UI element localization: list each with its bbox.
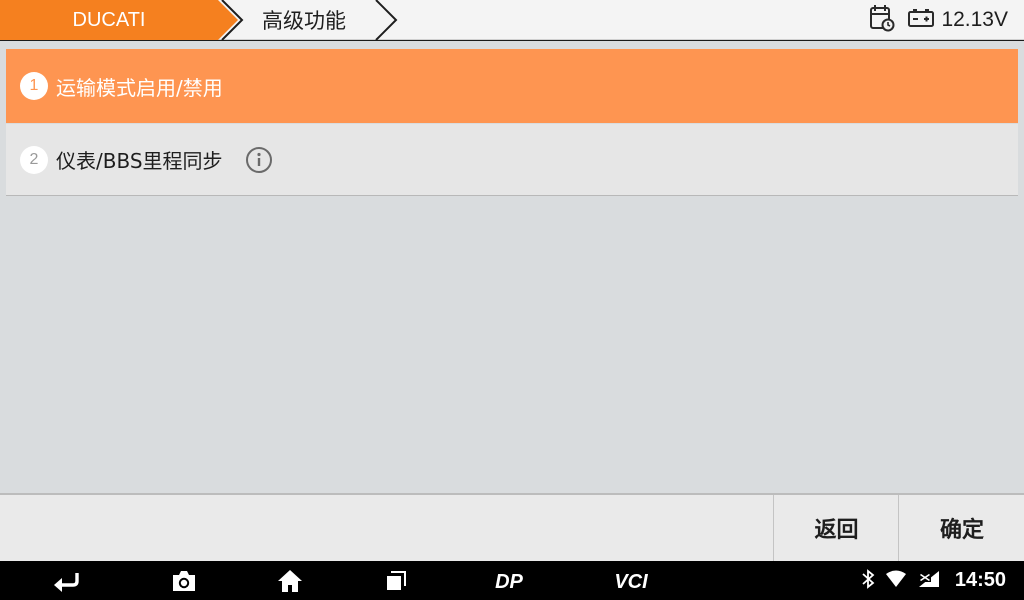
camera-icon[interactable] [168, 561, 200, 600]
system-status: 14:50 [861, 561, 1006, 600]
header-bar: DUCATI 高级功能 12.13V [0, 0, 1024, 40]
wifi-icon [885, 570, 907, 592]
action-bar: 返回 确定 [0, 493, 1024, 561]
vci-label: VCI [614, 571, 648, 592]
function-list: 1 运输模式启用/禁用 2 仪表/BBS里程同步 [6, 45, 1018, 492]
battery-status: 12.13V [907, 7, 1008, 33]
system-clock: 14:50 [954, 569, 1006, 591]
dp-icon[interactable]: DP [486, 561, 532, 600]
action-bar-spacer [0, 495, 774, 561]
info-icon[interactable] [245, 146, 273, 174]
calendar-clock-icon[interactable] [869, 4, 895, 36]
breadcrumb-item-ducati[interactable]: DUCATI [0, 0, 232, 40]
home-icon[interactable] [274, 561, 306, 600]
breadcrumb-item-advanced-functions[interactable]: 高级功能 [236, 0, 386, 40]
list-item-odometer-sync[interactable]: 2 仪表/BBS里程同步 [6, 124, 1018, 196]
recent-apps-icon[interactable] [380, 561, 412, 600]
back-button[interactable]: 返回 [775, 495, 899, 561]
battery-icon [907, 7, 935, 33]
vci-icon[interactable]: VCI [606, 561, 656, 600]
list-item-transport-mode[interactable]: 1 运输模式启用/禁用 [6, 49, 1018, 123]
content-area: 1 运输模式启用/禁用 2 仪表/BBS里程同步 [0, 41, 1024, 493]
dp-label: DP [495, 571, 523, 592]
voltage-reading: 12.13V [941, 8, 1008, 31]
bluetooth-icon [861, 568, 875, 593]
signal-icon [917, 569, 941, 593]
item-number-badge: 2 [20, 145, 48, 174]
system-nav-bar: DP VCI 14:50 [0, 561, 1024, 600]
item-label: 运输模式启用/禁用 [56, 75, 223, 100]
item-label: 仪表/BBS里程同步 [56, 149, 223, 173]
header-status: 12.13V [869, 0, 1008, 40]
back-icon[interactable] [48, 561, 84, 600]
confirm-button[interactable]: 确定 [900, 495, 1024, 561]
item-number-badge: 1 [20, 72, 48, 100]
